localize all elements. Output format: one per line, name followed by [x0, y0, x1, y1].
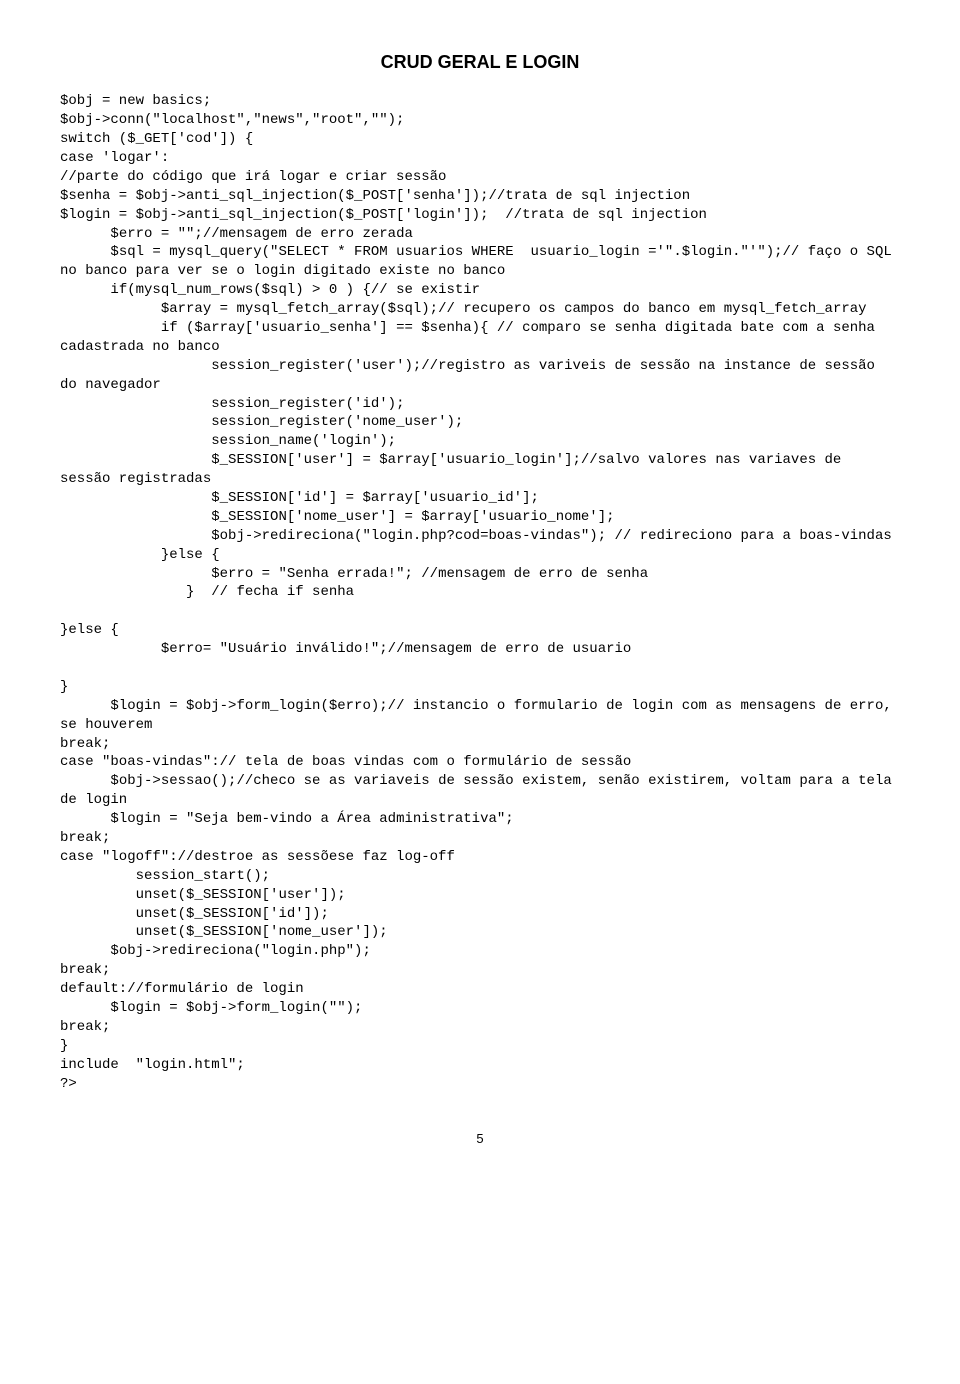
page-number: 5	[60, 1130, 900, 1148]
page-title: CRUD GERAL E LOGIN	[60, 50, 900, 74]
code-block: $obj = new basics; $obj->conn("localhost…	[60, 92, 900, 1093]
